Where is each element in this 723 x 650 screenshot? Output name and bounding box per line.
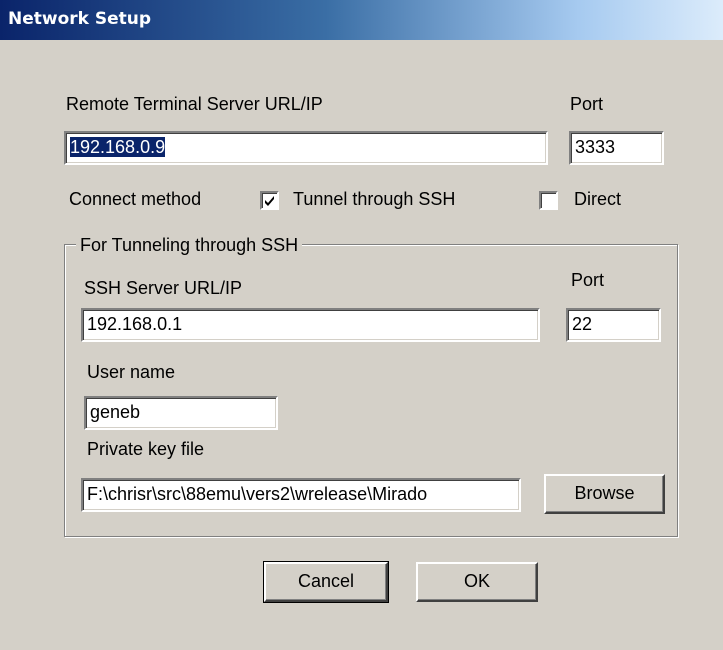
tunnel-ssh-label[interactable]: Tunnel through SSH [293,189,455,210]
private-key-input[interactable]: F:\chrisr\src\88emu\vers2\wrelease\Mirad… [81,478,521,512]
ssh-port-label: Port [571,270,605,290]
user-name-label: User name [87,362,176,382]
remote-port-label: Port [570,94,604,114]
direct-label[interactable]: Direct [574,189,621,210]
ssh-server-input[interactable]: 192.168.0.1 [81,308,540,342]
direct-checkbox[interactable] [539,191,558,210]
remote-port-input[interactable]: 3333 [569,131,664,165]
remote-server-label: Remote Terminal Server URL/IP [66,94,323,114]
browse-button[interactable]: Browse [544,474,665,514]
private-key-label: Private key file [87,439,205,459]
network-setup-dialog: Network Setup Remote Terminal Server URL… [0,0,723,650]
ssh-server-label: SSH Server URL/IP [84,278,243,298]
ssh-port-input[interactable]: 22 [566,308,661,342]
checkmark-icon [265,196,274,206]
title-bar[interactable]: Network Setup [0,0,723,40]
cancel-button[interactable]: Cancel [263,561,389,603]
connect-method-label: Connect method [69,189,202,209]
ssh-group-title: For Tunneling through SSH [76,235,303,256]
user-name-input[interactable]: geneb [84,396,278,430]
ok-button[interactable]: OK [416,562,538,602]
tunnel-ssh-checkbox[interactable] [260,191,279,210]
remote-server-value: 192.168.0.9 [70,137,166,157]
remote-server-input[interactable]: 192.168.0.9 [64,131,548,165]
window-title: Network Setup [8,9,152,29]
